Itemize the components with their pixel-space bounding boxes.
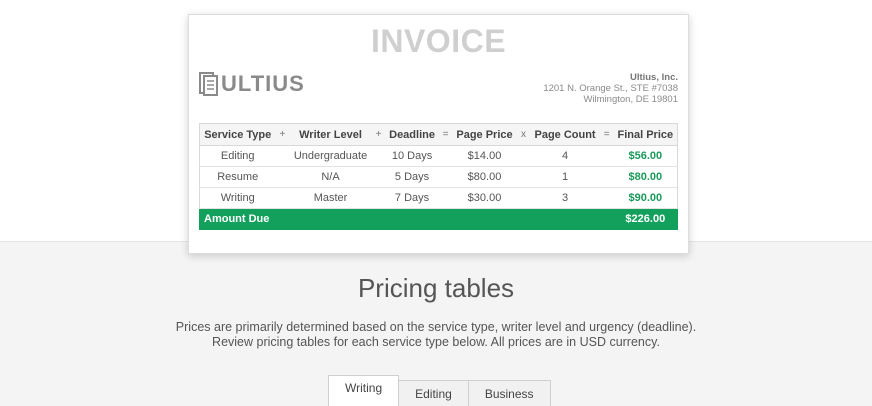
- cell-level: N/A: [289, 166, 372, 188]
- document-logo-icon: [199, 72, 218, 96]
- col-writer-level: Writer Level: [289, 123, 372, 146]
- table-row: Resume N/A 5 Days $80.00 1 $80.00: [199, 166, 678, 188]
- cell-service: Resume: [199, 166, 276, 188]
- col-deadline: Deadline: [385, 123, 439, 146]
- ultius-logo: ULTIUS: [199, 71, 305, 97]
- company-address-line1: 1201 N. Orange St., STE #7038: [543, 83, 678, 94]
- cell-deadline: 7 Days: [385, 187, 439, 209]
- operator-times: x: [516, 123, 531, 146]
- company-address: Ultius, Inc. 1201 N. Orange St., STE #70…: [543, 72, 678, 105]
- cell-level: Master: [289, 187, 372, 209]
- operator-equals: =: [438, 123, 453, 146]
- table-row: Editing Undergraduate 10 Days $14.00 4 $…: [199, 145, 678, 167]
- amount-due-value: $226.00: [613, 208, 678, 230]
- cell-deadline: 5 Days: [385, 166, 439, 188]
- pricing-description: Prices are primarily determined based on…: [0, 320, 872, 350]
- col-service-type: Service Type: [199, 123, 276, 146]
- cell-service: Writing: [199, 187, 276, 209]
- cell-deadline: 10 Days: [385, 145, 439, 167]
- logo-text: ULTIUS: [221, 71, 305, 96]
- table-header-row: Service Type + Writer Level + Deadline =…: [199, 123, 678, 146]
- tab-business[interactable]: Business: [467, 380, 551, 406]
- tab-editing[interactable]: Editing: [398, 380, 469, 406]
- cell-final: $80.00: [613, 166, 678, 188]
- cell-price: $30.00: [452, 187, 517, 209]
- cell-final: $56.00: [613, 145, 678, 167]
- cell-count: 4: [530, 145, 600, 167]
- operator-plus: +: [275, 123, 290, 146]
- pricing-title: Pricing tables: [357, 273, 515, 303]
- col-final-price: Final Price: [613, 123, 678, 146]
- col-page-price: Page Price: [452, 123, 517, 146]
- cell-level: Undergraduate: [289, 145, 372, 167]
- cell-price: $80.00: [452, 166, 517, 188]
- operator-equals: =: [599, 123, 614, 146]
- company-name: Ultius, Inc.: [629, 72, 678, 83]
- cell-count: 1: [530, 166, 600, 188]
- table-row: Writing Master 7 Days $30.00 3 $90.00: [199, 187, 678, 209]
- amount-due-label: Amount Due: [198, 208, 600, 230]
- invoice-card: INVOICE ULTIUS Ultius, Inc. 1201 N. Oran…: [188, 14, 689, 254]
- cell-final: $90.00: [613, 187, 678, 209]
- operator-plus: +: [371, 123, 386, 146]
- pricing-tabs: Writing Editing Business: [328, 375, 551, 406]
- pricing-description-line2: Review pricing tables for each service t…: [212, 335, 660, 349]
- invoice-title: INVOICE: [370, 23, 507, 59]
- tab-writing[interactable]: Writing: [328, 375, 400, 406]
- amount-due-row: Amount Due $226.00: [198, 208, 678, 230]
- invoice-table: Service Type + Writer Level + Deadline =…: [198, 123, 678, 230]
- col-page-count: Page Count: [530, 123, 600, 146]
- cell-service: Editing: [199, 145, 276, 167]
- pricing-description-line1: Prices are primarily determined based on…: [175, 320, 697, 334]
- company-address-line2: Wilmington, DE 19801: [583, 94, 678, 105]
- cell-count: 3: [530, 187, 600, 209]
- cell-price: $14.00: [452, 145, 517, 167]
